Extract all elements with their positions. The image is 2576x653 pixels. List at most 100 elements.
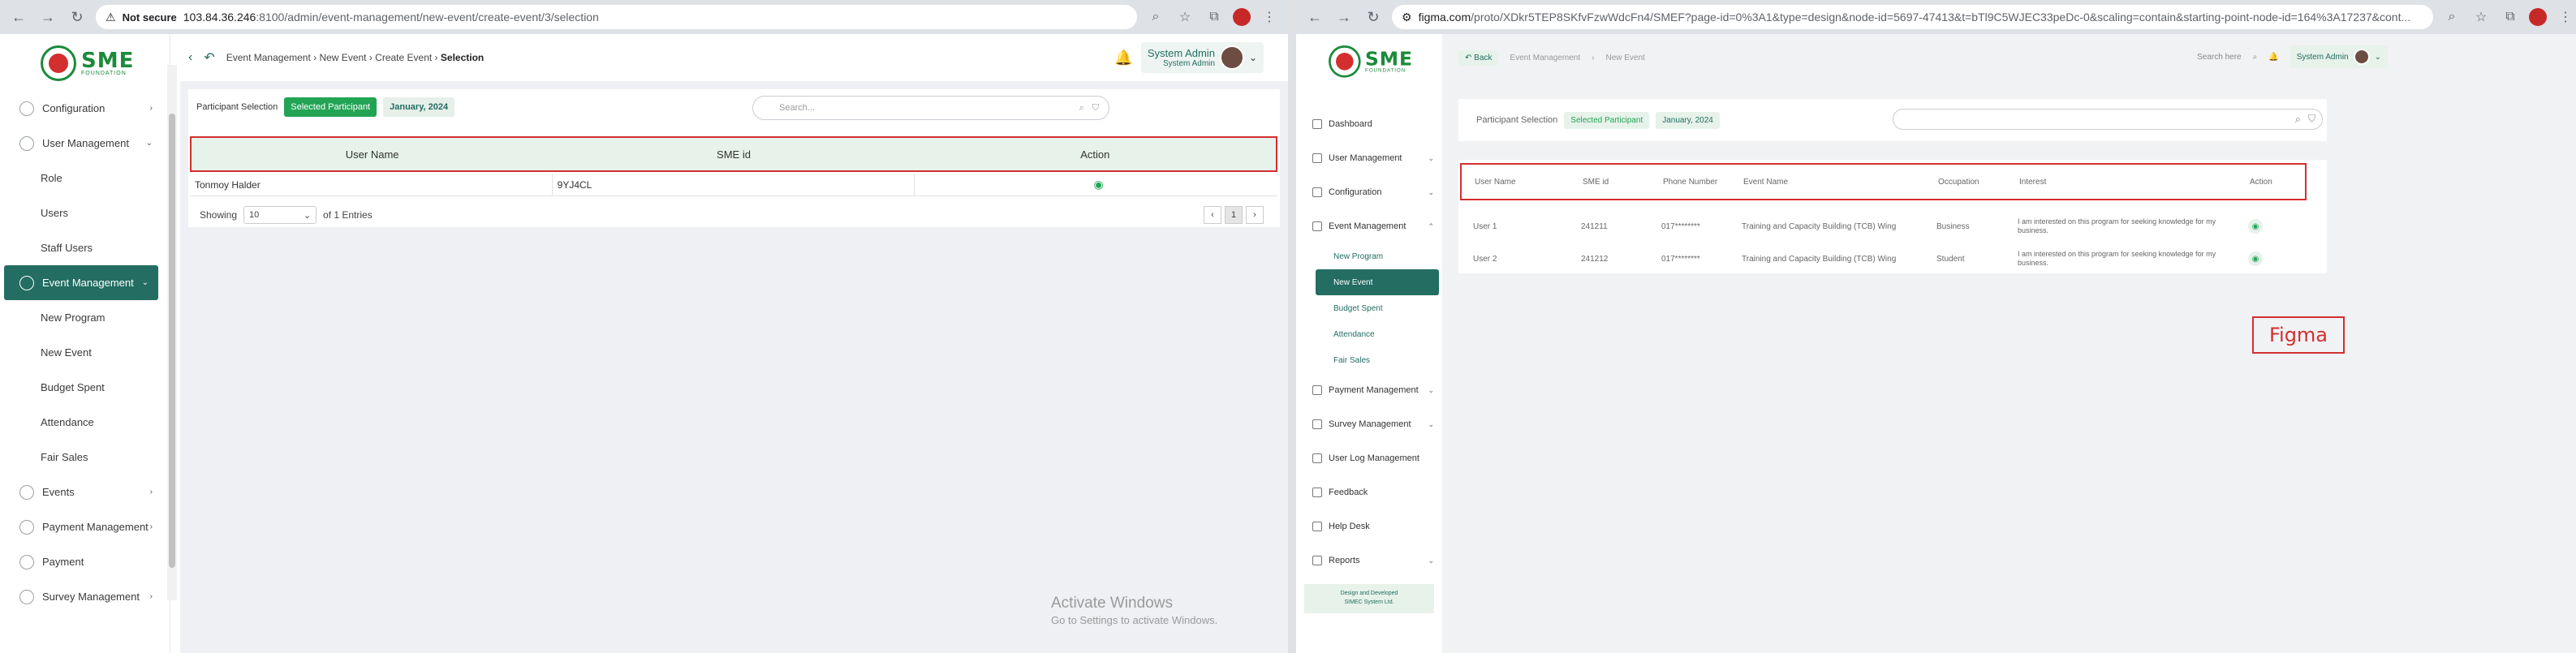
- sidebar-item-payment-management[interactable]: Payment Management ⌄: [1309, 373, 1439, 407]
- sidebar-scrollbar[interactable]: [167, 65, 177, 600]
- sidebar-item-event-management[interactable]: Event Management ⌃: [1309, 209, 1439, 243]
- page-number-button[interactable]: 1: [1225, 206, 1243, 224]
- bookmark-star-icon[interactable]: ☆: [2470, 6, 2492, 28]
- back-arrow-icon[interactable]: ←: [8, 6, 29, 28]
- address-bar[interactable]: ⚠ Not secure 103.84.36.246:8100/admin/ev…: [96, 5, 1137, 29]
- prev-page-button[interactable]: ‹: [1204, 206, 1221, 224]
- undo-back-icon[interactable]: ↶: [204, 49, 214, 66]
- url-host: 103.84.36.246: [183, 11, 256, 24]
- sidebar-item-role[interactable]: Role: [0, 161, 162, 195]
- column-header: SME id: [1583, 177, 1609, 187]
- sidebar-item-budget-spent[interactable]: Budget Spent: [0, 370, 162, 405]
- menu-kebab-icon[interactable]: ⋮: [1259, 6, 1280, 28]
- cell-sme-id: 9YJ4CL: [553, 174, 915, 195]
- sidebar-item-budget-spent[interactable]: Budget Spent: [1309, 295, 1439, 321]
- sidebar-item-attendance[interactable]: Attendance: [1309, 321, 1439, 347]
- profile-extension-icon[interactable]: [2529, 8, 2547, 26]
- user-menu[interactable]: System Admin System Admin ⌄: [1140, 42, 1264, 73]
- reload-icon[interactable]: ↻: [1363, 6, 1384, 28]
- search-input[interactable]: ⌕ ⛉: [1893, 109, 2323, 130]
- per-page-select[interactable]: 10 ⌄: [243, 206, 317, 224]
- extensions-icon[interactable]: ⧉: [2500, 6, 2521, 28]
- survey-icon: [19, 589, 34, 604]
- view-eye-icon[interactable]: ◉: [1094, 178, 1104, 191]
- help-icon: [1312, 522, 1322, 531]
- date-filter[interactable]: January, 2024: [383, 97, 455, 117]
- forward-arrow-icon[interactable]: →: [1333, 6, 1355, 28]
- date-filter[interactable]: January, 2024: [1656, 111, 1720, 129]
- filter-icon[interactable]: ⛉: [1092, 103, 1099, 114]
- sidebar-item-new-event[interactable]: New Event: [1316, 269, 1439, 295]
- bell-icon[interactable]: 🔔: [2268, 53, 2278, 62]
- site-info-icon[interactable]: ⚙: [1402, 11, 1412, 24]
- sidebar-item-fair-sales[interactable]: Fair Sales: [1309, 347, 1439, 373]
- sidebar-item-users[interactable]: Users: [0, 195, 162, 230]
- extensions-icon[interactable]: ⧉: [1204, 6, 1225, 28]
- sidebar-item-user-management[interactable]: User Management ⌄: [0, 126, 162, 161]
- user-menu[interactable]: System Admin ⌄: [2290, 45, 2388, 68]
- table-header: User Name SME id Action: [190, 136, 1277, 172]
- sidebar-item-staff-users[interactable]: Staff Users: [0, 230, 162, 265]
- sidebar-item-payment[interactable]: Payment: [0, 544, 162, 579]
- sidebar-item-survey-management[interactable]: Survey Management ›: [0, 579, 162, 614]
- chevron-down-icon: ⌄: [1428, 385, 1434, 394]
- forward-arrow-icon[interactable]: →: [37, 6, 58, 28]
- sidebar-item-user-log-management[interactable]: User Log Management: [1309, 441, 1439, 475]
- search-input[interactable]: Search... ⌕ ⛉: [752, 96, 1109, 120]
- breadcrumb-item[interactable]: Event Management: [1510, 54, 1580, 62]
- not-secure-icon: ⚠: [106, 10, 116, 24]
- search-icon[interactable]: ⌕: [2295, 113, 2301, 126]
- selected-participant-tab[interactable]: Selected Participant: [284, 97, 377, 117]
- profile-extension-icon[interactable]: [1233, 8, 1251, 26]
- log-icon: [1312, 453, 1322, 463]
- calendar-icon: [19, 275, 34, 290]
- sidebar-item-new-program[interactable]: New Program: [0, 300, 162, 335]
- view-eye-icon[interactable]: ◉: [2248, 251, 2263, 266]
- view-eye-icon[interactable]: ◉: [2248, 219, 2263, 234]
- column-header: Action: [2250, 177, 2272, 187]
- breadcrumb-item[interactable]: Create Event: [375, 52, 432, 63]
- back-button[interactable]: ↶ Back: [1458, 50, 1499, 66]
- url-path: :8100/admin/event-management/new-event/c…: [256, 11, 599, 24]
- sidebar-item-survey-management[interactable]: Survey Management ⌄: [1309, 407, 1439, 441]
- breadcrumb-item[interactable]: New Event: [319, 52, 366, 63]
- sidebar-item-label: Payment Management: [42, 521, 149, 533]
- sidebar-item-configuration[interactable]: Configuration ›: [0, 91, 162, 126]
- sidebar-item-attendance[interactable]: Attendance: [0, 405, 162, 440]
- selected-participant-tab[interactable]: Selected Participant: [1564, 111, 1650, 129]
- sidebar-item-feedback[interactable]: Feedback: [1309, 475, 1439, 509]
- next-page-button[interactable]: ›: [1246, 206, 1264, 224]
- search-icon[interactable]: ⌕: [1079, 103, 1084, 114]
- menu-kebab-icon[interactable]: ⋮: [2555, 6, 2576, 28]
- reload-icon[interactable]: ↻: [67, 6, 88, 28]
- sidebar-item-label: Payment Management: [1329, 385, 1419, 395]
- sidebar-item-dashboard[interactable]: Dashboard: [1309, 107, 1439, 141]
- sidebar-menu: Dashboard User Management ⌄ Configuration…: [1309, 107, 1439, 578]
- collapse-sidebar-icon[interactable]: ‹: [188, 50, 192, 65]
- breadcrumb-item[interactable]: Event Management: [226, 52, 311, 63]
- zoom-icon[interactable]: ⌕: [2441, 6, 2462, 28]
- sidebar-item-events[interactable]: Events ›: [0, 475, 162, 509]
- sidebar-item-help-desk[interactable]: Help Desk: [1309, 509, 1439, 543]
- bookmark-star-icon[interactable]: ☆: [1174, 6, 1195, 28]
- sidebar-item-fair-sales[interactable]: Fair Sales: [0, 440, 162, 475]
- column-header: Occupation: [1938, 177, 1979, 187]
- sidebar-item-event-management[interactable]: Event Management ⌄: [4, 265, 158, 300]
- sidebar-item-user-management[interactable]: User Management ⌄: [1309, 141, 1439, 175]
- sidebar-item-payment-management[interactable]: Payment Management ›: [0, 509, 162, 544]
- back-arrow-icon[interactable]: ←: [1304, 6, 1325, 28]
- search-here-label[interactable]: Search here: [2197, 53, 2241, 62]
- filter-icon[interactable]: ⛉: [2308, 113, 2315, 125]
- sidebar-item-reports[interactable]: Reports ⌄: [1309, 543, 1439, 578]
- bell-icon[interactable]: 🔔: [1114, 49, 1132, 67]
- user-name: System Admin: [1147, 47, 1215, 59]
- sidebar-item-new-event[interactable]: New Event: [0, 335, 162, 370]
- zoom-icon[interactable]: ⌕: [1145, 6, 1166, 28]
- sidebar-item-new-program[interactable]: New Program: [1309, 243, 1439, 269]
- scrollbar-thumb[interactable]: [169, 114, 175, 568]
- sidebar-item-configuration[interactable]: Configuration ⌄: [1309, 175, 1439, 209]
- figma-top-bar: ↶ Back Event Management › New Event: [1458, 50, 1645, 66]
- cell-action: ◉: [915, 174, 1277, 195]
- address-bar[interactable]: ⚙ figma.com/proto/XDkr5TEP8SKfvFzwWdcFn4…: [1392, 5, 2433, 29]
- search-icon[interactable]: ⌕: [2253, 53, 2258, 62]
